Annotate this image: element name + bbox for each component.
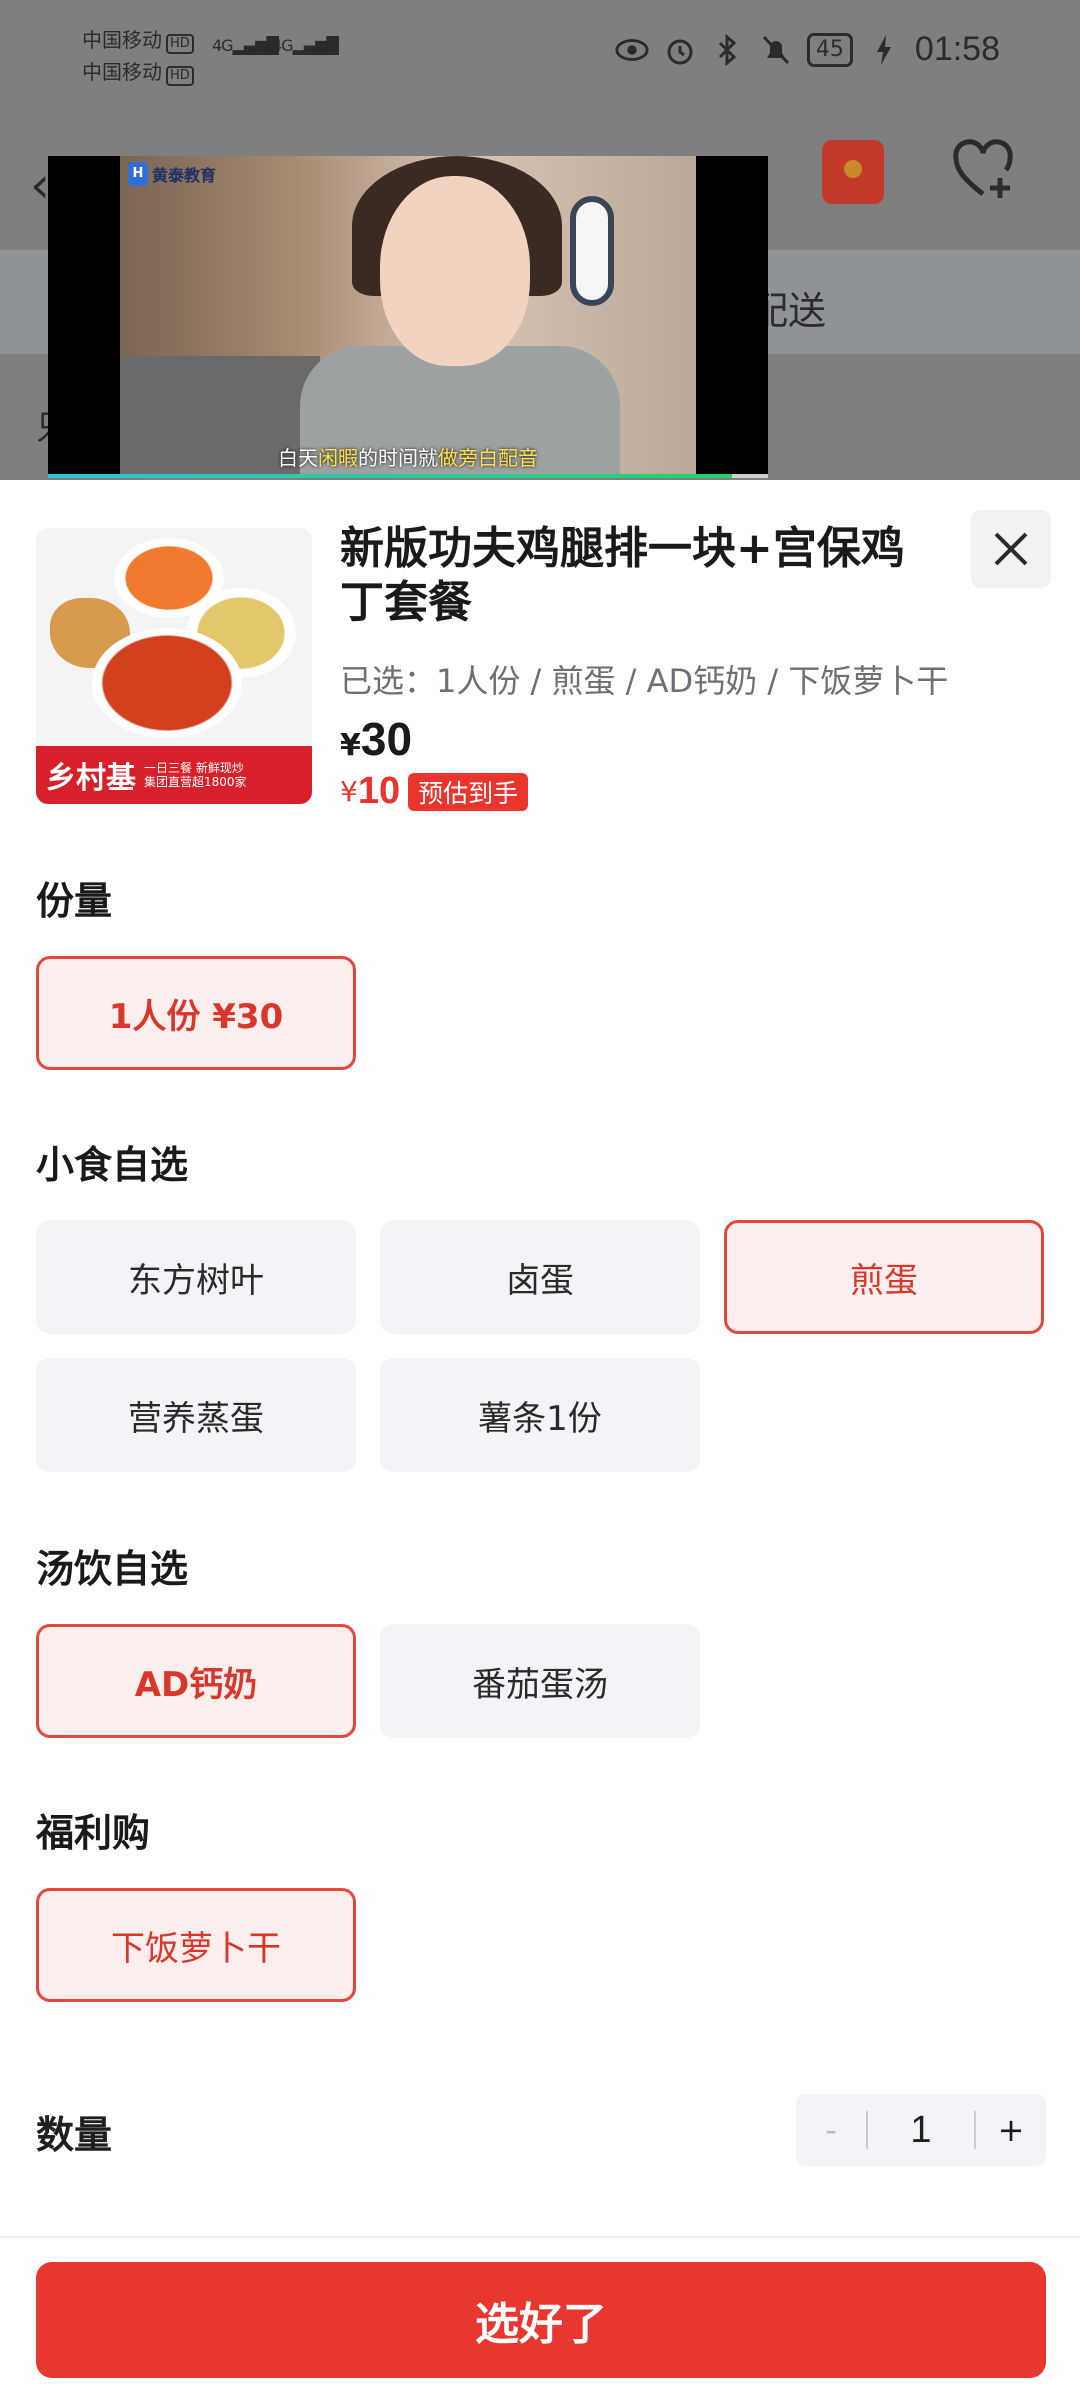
video-brand: H 黄泰教育 [128,162,216,186]
spec-selection-sheet: 乡村基 一日三餐 新鲜现炒 集团直营超1800家 新版功夫鸡腿排一块+宫保鸡丁套餐… [0,480,1080,2400]
estimated-price: ¥10 预估到手 [340,770,529,813]
quantity-value: 1 [910,2108,932,2151]
video-subtitle: 白天闲暇的时间就做旁白配音 [278,446,538,470]
product-price: ¥30 [340,713,413,765]
close-icon [994,532,1028,566]
status-icons: 45 01:58 [615,30,1000,69]
option-welfare-1[interactable]: 下饭萝卜干 [36,1888,356,2002]
option-snack-2[interactable]: 卤蛋 [380,1220,700,1334]
brand-name: 黄泰教育 [152,166,217,185]
option-drink-2[interactable]: 番茄蛋汤 [380,1624,700,1738]
quantity-stepper: - 1 + [796,2094,1046,2166]
battery-indicator: 45 [806,32,853,67]
charging-icon [867,33,901,67]
back-icon: ‹ [30,156,50,214]
carrier-1: 中国移动 HD [82,24,194,54]
option-portion-1[interactable]: 1人份 ¥30 [36,956,356,1070]
confirm-button[interactable]: 选好了 [36,2262,1046,2378]
product-image-brand: 乡村基 [46,761,136,796]
selected-summary: 已选：1人份 / 煎蛋 / AD钙奶 / 下饭萝卜干 [340,662,949,700]
video-progress-bar[interactable] [48,474,768,478]
option-snack-1[interactable]: 东方树叶 [36,1220,356,1334]
alarm-icon [663,33,697,67]
bluetooth-icon [711,33,745,67]
option-snack-5[interactable]: 薯条1份 [380,1358,700,1472]
estimated-badge: 预估到手 [408,772,529,811]
mute-bell-icon [759,33,793,67]
decrease-button[interactable]: - [796,2111,866,2149]
product-image-banner: 乡村基 一日三餐 新鲜现炒 集团直营超1800家 [36,746,312,804]
close-button[interactable] [971,510,1051,588]
signal-icon: 4G▂▄▆█ [272,36,339,55]
product-image: 乡村基 一日三餐 新鲜现炒 集团直营超1800家 [36,528,312,804]
option-snack-3[interactable]: 煎蛋 [724,1220,1044,1334]
red-packet-icon [822,140,884,204]
eye-icon [615,33,649,67]
floating-video-player[interactable]: H 黄泰教育 白天闲暇的时间就做旁白配音 [48,156,768,478]
section-title-drink: 汤饮自选 [36,1547,189,1591]
video-person-face [380,176,530,366]
quantity-label: 数量 [36,2113,113,2157]
section-title-welfare: 福利购 [36,1811,151,1855]
headset-icon [570,196,614,306]
video-progress-fill [48,474,732,478]
brand-logo: H [128,162,148,186]
option-drink-1[interactable]: AD钙奶 [36,1624,356,1738]
signal-icon: 4G▂▄▆█ [212,36,279,55]
increase-button[interactable]: + [976,2111,1046,2149]
status-bar: 中国移动 HD 中国移动 HD 4G▂▄▆█ 4G▂▄▆█ 45 01:58 [0,0,1080,110]
section-title-snack: 小食自选 [36,1143,189,1187]
footer-divider [0,2236,1080,2238]
carrier-2: 中国移动 HD [82,56,194,86]
video-frame: H 黄泰教育 白天闲暇的时间就做旁白配音 [120,156,696,474]
clock: 01:58 [914,30,1000,68]
favorite-add-icon [950,138,1016,204]
option-snack-4[interactable]: 营养蒸蛋 [36,1358,356,1472]
product-image-slogan: 一日三餐 新鲜现炒 集团直营超1800家 [144,761,247,789]
section-title-portion: 份量 [36,879,113,923]
product-title: 新版功夫鸡腿排一块+宫保鸡丁套餐 [340,523,905,628]
